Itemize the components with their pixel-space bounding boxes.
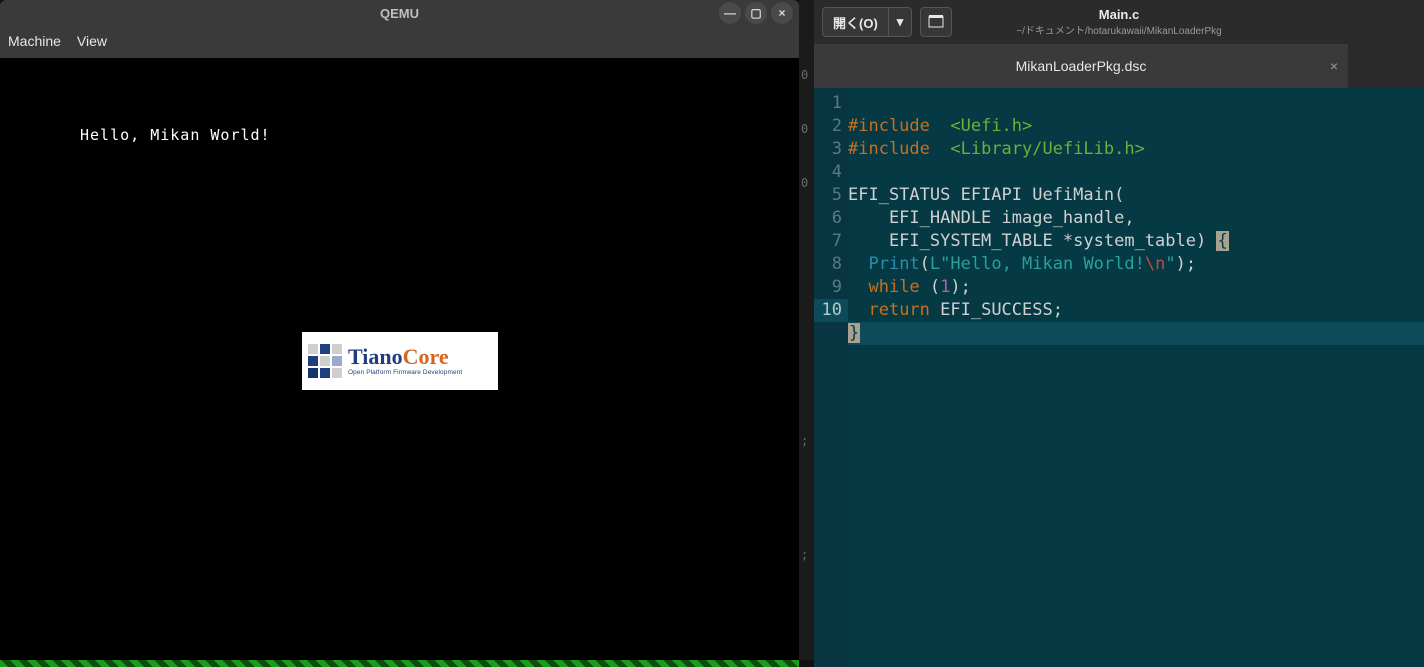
gedit-window: 開く(O) ▾ Main.c ~/ドキュメント/hotarukawaii/Mik… <box>814 0 1424 667</box>
minimize-icon: — <box>724 7 736 19</box>
bg-glyph: 0 <box>801 122 808 136</box>
code-content[interactable]: #include <Uefi.h> #include <Library/Uefi… <box>848 88 1424 667</box>
menu-machine[interactable]: Machine <box>8 33 61 49</box>
line-number: 4 <box>814 161 848 184</box>
tianocore-logo: TianoCore Open Platform Firmware Develop… <box>302 332 498 390</box>
new-tab-button[interactable] <box>920 7 952 37</box>
tab-close-button[interactable]: × <box>1330 58 1338 74</box>
maximize-icon: ▢ <box>750 7 761 19</box>
qemu-window: QEMU — ▢ × Machine View Hello, Mikan Wor… <box>0 0 799 660</box>
line-number: 2 <box>814 115 848 138</box>
editor-area[interactable]: 1 2 3 4 5 6 7 8 9 10 #include <Uefi.h> #… <box>814 88 1424 667</box>
tianocore-grid-icon <box>308 344 342 378</box>
open-button-group: 開く(O) ▾ <box>822 7 912 37</box>
close-icon: × <box>778 7 785 19</box>
open-dropdown-button[interactable]: ▾ <box>889 8 912 36</box>
open-button[interactable]: 開く(O) <box>823 8 888 36</box>
line-number: 1 <box>814 92 848 115</box>
line-number: 3 <box>814 138 848 161</box>
line-number: 8 <box>814 253 848 276</box>
bg-glyph: ; <box>801 434 808 448</box>
tianocore-brand: TianoCore <box>348 346 462 368</box>
taskbar-strip <box>0 660 799 667</box>
tab-label: MikanLoaderPkg.dsc <box>1016 58 1147 74</box>
minimize-button[interactable]: — <box>719 2 741 24</box>
line-number: 10 <box>814 299 848 322</box>
document-icon <box>928 13 944 32</box>
bg-glyph: 0 <box>801 176 808 190</box>
tianocore-subtitle: Open Platform Firmware Development <box>348 370 462 377</box>
line-gutter: 1 2 3 4 5 6 7 8 9 10 <box>814 88 848 667</box>
bg-glyph: 0 <box>801 68 808 82</box>
line-number: 9 <box>814 276 848 299</box>
tab-mikanloaderpkg[interactable]: MikanLoaderPkg.dsc × <box>814 44 1348 88</box>
gedit-path: ~/ドキュメント/hotarukawaii/MikanLoaderPkg <box>1016 22 1221 37</box>
qemu-output-text: Hello, Mikan World! <box>80 126 271 144</box>
chevron-down-icon: ▾ <box>897 14 904 30</box>
gedit-header: 開く(O) ▾ Main.c ~/ドキュメント/hotarukawaii/Mik… <box>814 0 1424 44</box>
gedit-title: Main.c <box>1099 7 1139 22</box>
background-gap: 0 0 0 ; ; <box>799 0 814 660</box>
qemu-menubar: Machine View <box>0 26 799 56</box>
maximize-button[interactable]: ▢ <box>745 2 767 24</box>
qemu-titlebar[interactable]: QEMU — ▢ × <box>0 0 799 26</box>
line-number: 7 <box>814 230 848 253</box>
gedit-tabbar: MikanLoaderPkg.dsc × <box>814 44 1424 88</box>
line-number: 5 <box>814 184 848 207</box>
close-button[interactable]: × <box>771 2 793 24</box>
bg-glyph: ; <box>801 548 808 562</box>
qemu-title: QEMU <box>380 6 419 21</box>
tab-secondary[interactable] <box>1348 44 1424 88</box>
menu-view[interactable]: View <box>77 33 107 49</box>
qemu-display: Hello, Mikan World! <box>0 58 799 660</box>
line-number: 6 <box>814 207 848 230</box>
